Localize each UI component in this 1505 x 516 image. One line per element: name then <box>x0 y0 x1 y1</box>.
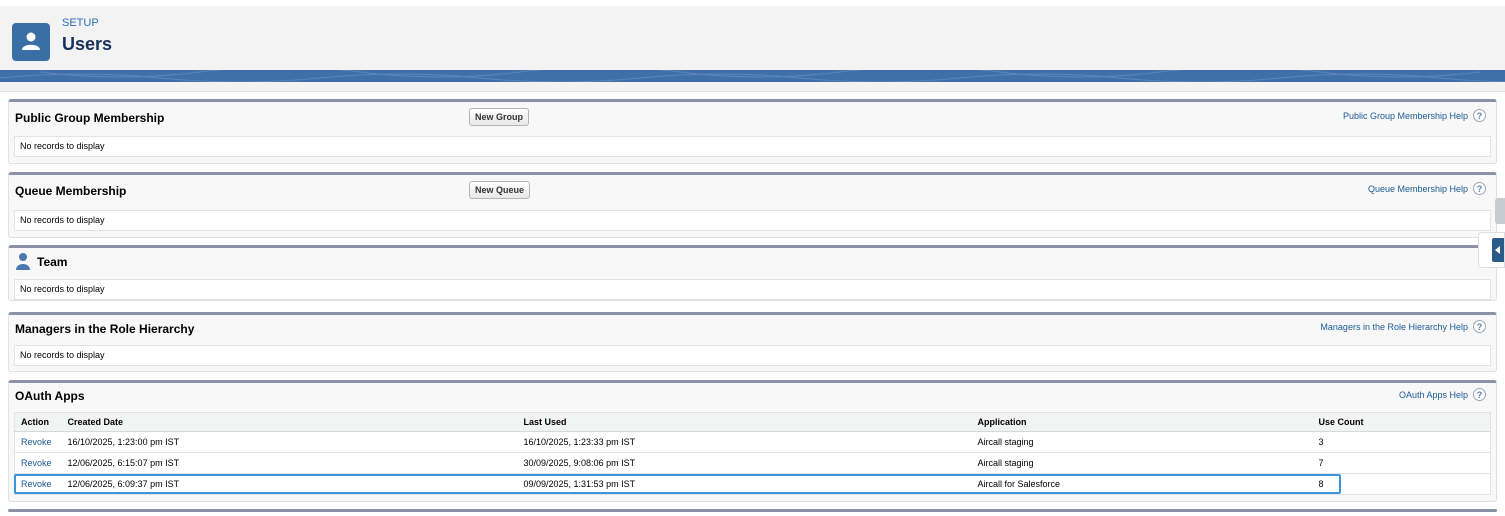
managers-title: Managers in the Role Hierarchy <box>15 322 195 336</box>
column-header-application: Application <box>971 412 1313 432</box>
created-date-cell: 12/06/2025, 6:15:07 pm IST <box>61 452 518 474</box>
application-cell: Aircall staging <box>971 452 1313 474</box>
public-group-panel: Public Group Membership New Group Public… <box>8 99 1497 164</box>
header-band-shadow <box>0 82 1505 92</box>
team-title: Team <box>37 255 68 269</box>
column-header-created-date: Created Date <box>61 412 518 432</box>
table-row: Revoke 12/06/2025, 6:15:07 pm IST 30/09/… <box>14 452 1491 474</box>
use-count-cell: 3 <box>1312 431 1491 453</box>
created-date-cell: 16/10/2025, 1:23:00 pm IST <box>61 431 518 453</box>
application-cell: Aircall staging <box>971 431 1313 453</box>
queue-help-label[interactable]: Queue Membership Help <box>1368 184 1468 194</box>
column-header-action: Action <box>14 412 62 432</box>
table-row: Revoke 16/10/2025, 1:23:00 pm IST 16/10/… <box>14 431 1491 453</box>
managers-help-link[interactable]: Managers in the Role Hierarchy Help ? <box>1320 320 1486 333</box>
help-icon[interactable]: ? <box>1473 109 1486 122</box>
public-group-empty: No records to display <box>14 136 1491 157</box>
table-row: Revoke 12/06/2025, 6:09:37 pm IST 09/09/… <box>14 473 1491 495</box>
page-header: SETUP Users <box>0 6 1505 70</box>
side-panel-tab[interactable] <box>1495 198 1505 224</box>
expand-sidebar-tab[interactable] <box>1478 232 1505 268</box>
last-used-cell: 30/09/2025, 9:08:06 pm IST <box>517 452 972 474</box>
help-icon[interactable]: ? <box>1473 388 1486 401</box>
chevron-left-icon[interactable] <box>1492 238 1504 262</box>
help-icon[interactable]: ? <box>1473 320 1486 333</box>
oauth-help-link[interactable]: OAuth Apps Help ? <box>1399 388 1486 401</box>
revoke-link[interactable]: Revoke <box>21 479 52 489</box>
queue-empty: No records to display <box>14 210 1491 231</box>
public-group-help-link[interactable]: Public Group Membership Help ? <box>1343 109 1486 122</box>
table-header-row: Action Created Date Last Used Applicatio… <box>14 412 1491 432</box>
column-header-use-count: Use Count <box>1312 412 1491 432</box>
oauth-title: OAuth Apps <box>15 389 85 403</box>
team-panel: Team No records to display <box>8 245 1497 301</box>
new-group-button[interactable]: New Group <box>469 108 530 126</box>
use-count-cell: 7 <box>1312 452 1491 474</box>
application-cell: Aircall for Salesforce <box>971 473 1313 495</box>
managers-panel: Managers in the Role Hierarchy Managers … <box>8 312 1497 372</box>
created-date-cell: 12/06/2025, 6:09:37 pm IST <box>61 473 518 495</box>
use-count-cell: 8 <box>1312 473 1491 495</box>
person-icon <box>16 253 30 270</box>
new-queue-button[interactable]: New Queue <box>469 181 531 199</box>
revoke-link[interactable]: Revoke <box>21 437 52 447</box>
queue-help-link[interactable]: Queue Membership Help ? <box>1368 182 1486 195</box>
public-group-title: Public Group Membership <box>15 111 165 125</box>
header-band <box>0 70 1505 82</box>
revoke-link[interactable]: Revoke <box>21 458 52 468</box>
setup-label: SETUP <box>62 17 99 29</box>
last-used-cell: 16/10/2025, 1:23:33 pm IST <box>517 431 972 453</box>
oauth-help-label[interactable]: OAuth Apps Help <box>1399 390 1468 400</box>
next-panel-edge <box>8 509 1497 512</box>
managers-help-label[interactable]: Managers in the Role Hierarchy Help <box>1320 322 1468 332</box>
oauth-apps-table: Action Created Date Last Used Applicatio… <box>14 412 1491 495</box>
oauth-panel: OAuth Apps OAuth Apps Help ? Action Crea… <box>8 380 1497 502</box>
queue-panel: Queue Membership New Queue Queue Members… <box>8 172 1497 238</box>
page-title: Users <box>62 34 113 54</box>
column-header-last-used: Last Used <box>517 412 972 432</box>
managers-empty: No records to display <box>14 345 1491 366</box>
team-empty: No records to display <box>14 279 1491 300</box>
user-icon <box>12 23 50 61</box>
public-group-help-label[interactable]: Public Group Membership Help <box>1343 111 1468 121</box>
last-used-cell: 09/09/2025, 1:31:53 pm IST <box>517 473 972 495</box>
help-icon[interactable]: ? <box>1473 182 1486 195</box>
queue-title: Queue Membership <box>15 184 127 198</box>
